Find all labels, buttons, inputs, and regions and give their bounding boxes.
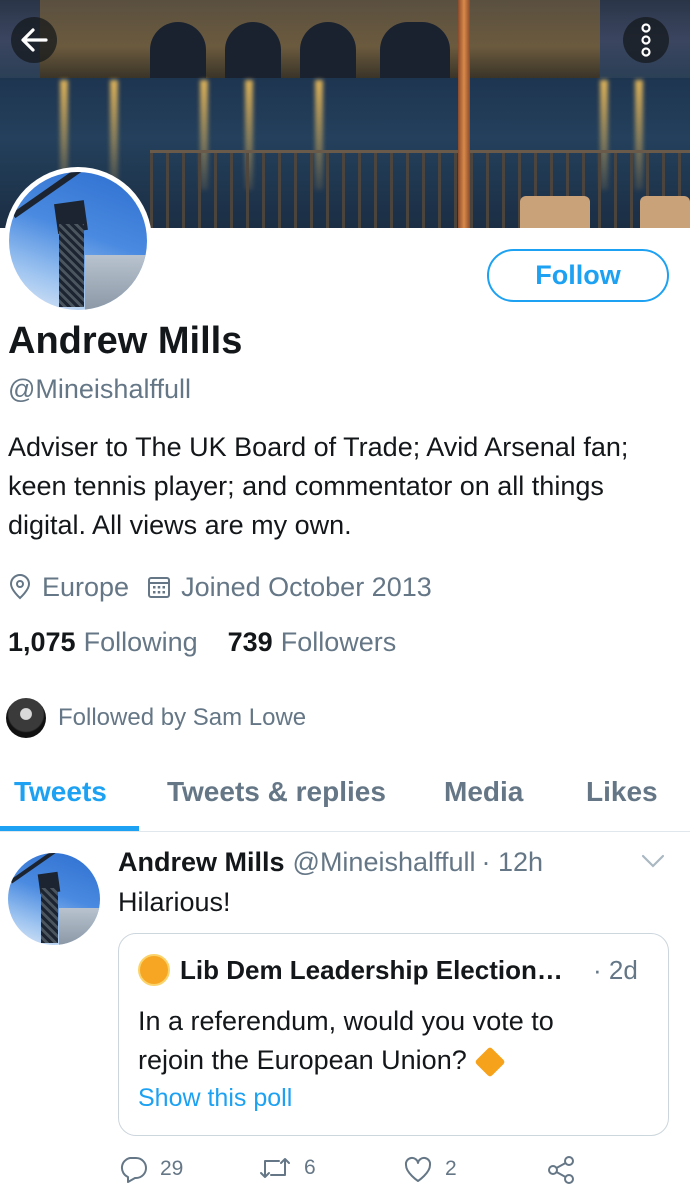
retweet-button[interactable]: 6 <box>258 1155 316 1181</box>
avatar-building <box>58 908 100 945</box>
profile-joined: Joined October 2013 <box>147 572 432 603</box>
tweet-actions: 29 6 2 <box>118 1155 588 1187</box>
profile-tabs: Tweets Tweets & replies Media Likes <box>0 758 690 832</box>
quote-text-block: In a referendum, would you vote to rejoi… <box>138 1002 558 1080</box>
profile-location: Europe <box>8 572 129 603</box>
profile-meta: Europe Joined October 2013 <box>8 568 450 606</box>
banner-chair <box>640 196 690 228</box>
retweet-icon <box>260 1158 290 1178</box>
quote-header: Lib Dem Leadership Election… · 2d <box>138 954 638 986</box>
tab-likes[interactable]: Likes <box>586 776 658 808</box>
tweet-avatar[interactable] <box>8 853 100 945</box>
joined-text: Joined October 2013 <box>181 571 432 602</box>
banner-reflection <box>110 80 118 190</box>
retweet-count: 6 <box>304 1156 316 1179</box>
quote-time: · 2d <box>593 954 638 985</box>
avatar-crane-mast <box>58 224 84 308</box>
followers-label: Followers <box>280 627 397 657</box>
tweet-author[interactable]: Andrew Mills <box>118 847 285 878</box>
arrow-left-icon <box>21 28 48 52</box>
following-label: Following <box>83 627 198 657</box>
reply-count: 29 <box>160 1157 184 1180</box>
tweet-time: · 12h <box>481 847 544 877</box>
tab-tweets[interactable]: Tweets <box>14 776 107 808</box>
follow-counts: 1,075 Following 739 Followers <box>8 627 426 658</box>
quote-avatar <box>138 954 170 986</box>
like-button[interactable]: 2 <box>403 1155 457 1183</box>
banner-arch <box>380 22 450 78</box>
avatar-image <box>9 172 147 310</box>
banner-arch <box>225 22 281 78</box>
profile-handle: @Mineishalffull <box>8 374 191 404</box>
profile-name: Andrew Mills <box>8 320 243 362</box>
follower-avatar <box>6 698 46 738</box>
location-text: Europe <box>42 571 130 602</box>
chevron-down-icon <box>641 854 665 868</box>
follow-button[interactable]: Follow <box>487 249 669 302</box>
like-count: 2 <box>445 1157 457 1180</box>
profile-avatar[interactable] <box>4 167 152 315</box>
reply-icon <box>120 1157 147 1183</box>
tweet-header: Andrew Mills @Mineishalffull · 12h <box>118 847 543 878</box>
avatar-building <box>84 254 147 310</box>
heart-icon <box>404 1156 432 1182</box>
tweet-menu-button[interactable] <box>640 853 666 874</box>
followers-count: 739 <box>227 627 273 657</box>
banner-arch <box>150 22 206 78</box>
following-link[interactable]: 1,075 Following <box>8 627 198 658</box>
orange-diamond-icon <box>474 1046 506 1078</box>
followers-link[interactable]: 739 Followers <box>228 627 397 658</box>
share-button[interactable] <box>546 1155 588 1185</box>
back-button[interactable] <box>11 17 57 63</box>
tab-media[interactable]: Media <box>444 776 523 808</box>
show-poll-link[interactable]: Show this poll <box>138 1084 292 1113</box>
share-icon <box>548 1156 574 1184</box>
calendar-icon <box>148 577 171 598</box>
quoted-tweet[interactable]: Lib Dem Leadership Election… · 2d In a r… <box>118 933 669 1136</box>
reply-button[interactable]: 29 <box>118 1155 183 1183</box>
more-vertical-icon <box>641 23 651 57</box>
tweet-handle: @Mineishalffull <box>292 847 476 877</box>
quote-author: Lib Dem Leadership Election… <box>180 954 563 985</box>
following-count: 1,075 <box>8 627 76 657</box>
followed-by-text: Followed by Sam Lowe <box>58 704 307 731</box>
active-tab-indicator <box>0 826 139 831</box>
followed-by[interactable]: Followed by Sam Lowe <box>6 698 306 738</box>
banner-pole <box>458 0 470 228</box>
tweet-text: Hilarious! <box>118 887 231 917</box>
profile-bio: Adviser to The UK Board of Trade; Avid A… <box>8 432 629 540</box>
banner-railing <box>150 150 690 228</box>
more-options-button[interactable] <box>623 17 669 63</box>
tab-tweets-replies[interactable]: Tweets & replies <box>167 776 386 808</box>
banner-chair <box>520 196 590 228</box>
banner-arch <box>300 22 356 78</box>
avatar-crane-mast <box>41 887 58 944</box>
location-pin-icon <box>9 574 31 600</box>
